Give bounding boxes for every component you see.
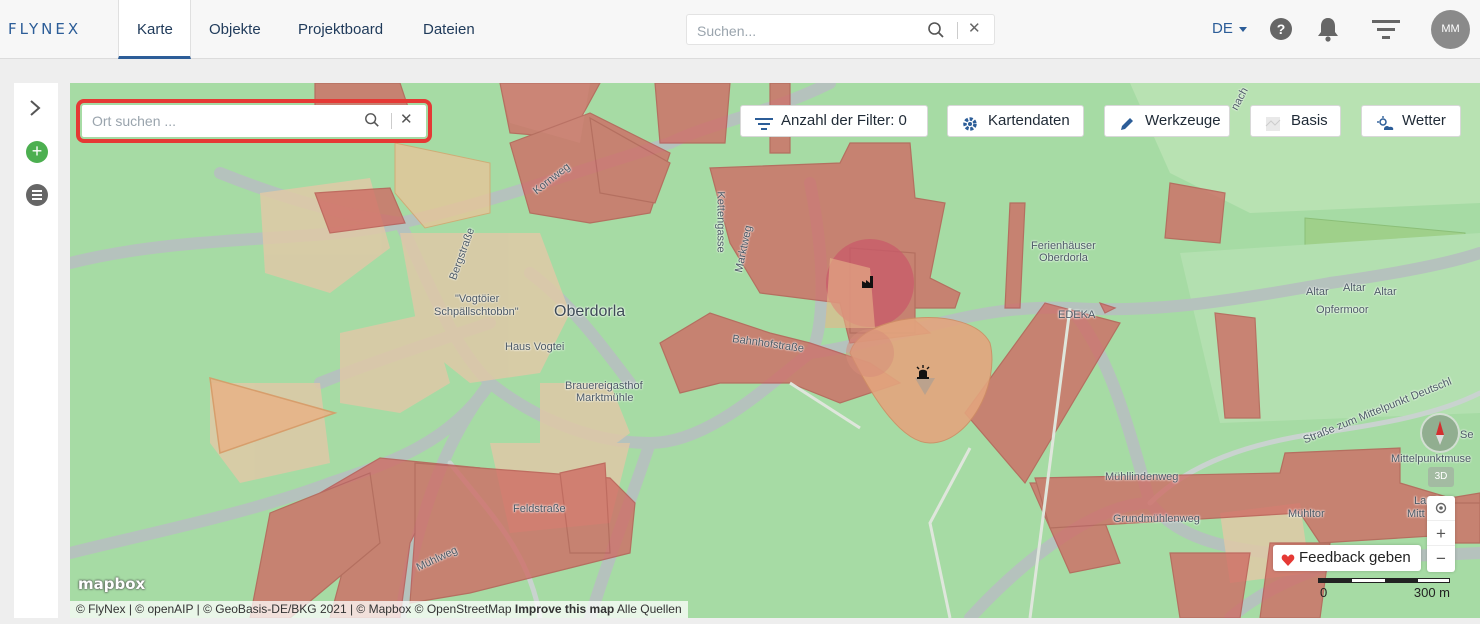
tab-projektboard[interactable]: Projektboard <box>280 0 401 59</box>
map-label: Marktmühle <box>576 392 634 404</box>
place-search-box: ✕ <box>82 105 426 137</box>
gear-icon <box>962 113 978 143</box>
language-value: DE <box>1212 20 1233 37</box>
language-select[interactable]: DE <box>1212 20 1247 37</box>
search-icon[interactable] <box>364 112 380 133</box>
map-label: Ferienhäuser <box>1031 240 1096 252</box>
map-attribution: © FlyNex | © openAIP | © GeoBasis-DE/BKG… <box>70 601 688 618</box>
map-label: Oberdorla <box>1039 252 1088 264</box>
chevron-right-icon[interactable] <box>28 99 42 122</box>
map-label: Mitt <box>1407 508 1425 520</box>
tab-karte[interactable]: Karte <box>118 0 191 59</box>
map-data-label: Kartendaten <box>988 112 1070 129</box>
map-label: Schpällschtobbn" <box>434 306 519 318</box>
mapbox-logo[interactable]: mapbox <box>78 575 145 593</box>
zoom-in-icon[interactable]: + <box>1427 521 1455 546</box>
all-sources-link[interactable]: Alle Quellen <box>617 602 682 616</box>
map-sidebar: + <box>14 83 58 618</box>
scale-bar: 0 300 m <box>1318 577 1450 600</box>
map-label: Opfermoor <box>1316 304 1369 316</box>
attribution-text: © FlyNex | © openAIP | © GeoBasis-DE/BKG… <box>76 602 512 616</box>
pencil-icon <box>1119 113 1135 143</box>
global-search-input[interactable] <box>697 21 917 41</box>
help-icon[interactable]: ? <box>1270 18 1292 40</box>
map-label-street: Kettengasse <box>714 191 727 253</box>
search-icon[interactable] <box>927 21 945 44</box>
factory-icon[interactable] <box>862 275 876 293</box>
map-label: Altar <box>1306 286 1329 298</box>
map-label: Mühltor <box>1288 508 1325 520</box>
notification-bell-icon[interactable] <box>1316 16 1340 47</box>
divider <box>957 22 958 39</box>
place-search-highlight: ✕ <box>76 99 432 143</box>
filter-count-label: Anzahl der Filter: 0 <box>781 112 907 129</box>
weather-button[interactable]: Wetter <box>1361 105 1461 137</box>
map-label: EDEKA <box>1058 309 1096 321</box>
layers-list-icon[interactable] <box>26 184 48 206</box>
heart-icon <box>1281 550 1295 576</box>
improve-map-link[interactable]: Improve this map <box>515 602 614 616</box>
compass-control[interactable] <box>1420 413 1460 453</box>
map-label: Brauereigasthof <box>565 380 643 392</box>
top-navigation: FLYNEX Karte Objekte Projektboard Dateie… <box>0 0 1480 59</box>
scale-start: 0 <box>1320 585 1328 600</box>
clear-icon[interactable]: ✕ <box>968 19 981 37</box>
feedback-button[interactable]: Feedback geben <box>1273 545 1421 571</box>
map-data-button[interactable]: Kartendaten <box>947 105 1084 137</box>
feedback-label: Feedback geben <box>1299 549 1411 566</box>
divider <box>391 113 392 129</box>
map-label-oberdorla: Oberdorla <box>554 303 626 320</box>
base-layer-button[interactable]: Basis <box>1250 105 1341 137</box>
filter-count-button[interactable]: Anzahl der Filter: 0 <box>740 105 928 137</box>
map-label: Mittelpunktmuse <box>1391 453 1472 465</box>
weather-icon <box>1376 113 1396 143</box>
tab-dateien[interactable]: Dateien <box>405 0 493 59</box>
scale-bar-graphic <box>1318 578 1450 583</box>
map-label-street: Grundmühlenweg <box>1113 513 1200 525</box>
global-search: ✕ <box>686 14 995 45</box>
mapbox-logo-text: mapbox <box>78 575 146 593</box>
zoom-out-icon[interactable]: − <box>1427 546 1455 571</box>
weather-label: Wetter <box>1402 112 1446 129</box>
map-label-street: Mühllindenweg <box>1105 471 1179 483</box>
map-label: "Vogtöier <box>455 293 500 305</box>
add-icon[interactable]: + <box>26 141 48 163</box>
user-avatar[interactable]: MM <box>1431 10 1470 49</box>
map-label: Haus Vogtei <box>505 341 565 353</box>
map-label: Altar <box>1343 282 1366 294</box>
map-label: Altar <box>1374 286 1397 298</box>
filter-icon <box>755 113 773 143</box>
map-label-street: Feldstraße <box>513 503 566 515</box>
filter-icon[interactable] <box>1372 18 1400 47</box>
north-arrow-icon <box>1436 421 1444 445</box>
map-layer-icon <box>1265 113 1281 143</box>
caret-down-icon <box>1238 26 1247 32</box>
alarm-beacon-icon[interactable] <box>915 365 931 384</box>
locate-icon[interactable] <box>1427 496 1455 521</box>
clear-icon[interactable]: ✕ <box>400 110 413 128</box>
scale-end: 300 m <box>1413 585 1450 600</box>
app-logo[interactable]: FLYNEX <box>8 20 102 38</box>
3d-toggle[interactable]: 3D <box>1428 467 1454 487</box>
map-label: Se <box>1460 429 1474 441</box>
map-canvas[interactable]: Oberdorla "Vogtöier Schpällschtobbn" Hau… <box>70 83 1480 618</box>
zoom-control: + − <box>1427 496 1455 572</box>
base-layer-label: Basis <box>1291 112 1328 129</box>
place-search-input[interactable] <box>92 112 352 130</box>
tab-objekte[interactable]: Objekte <box>191 0 279 59</box>
tools-button[interactable]: Werkzeuge <box>1104 105 1230 137</box>
tools-label: Werkzeuge <box>1145 112 1221 129</box>
